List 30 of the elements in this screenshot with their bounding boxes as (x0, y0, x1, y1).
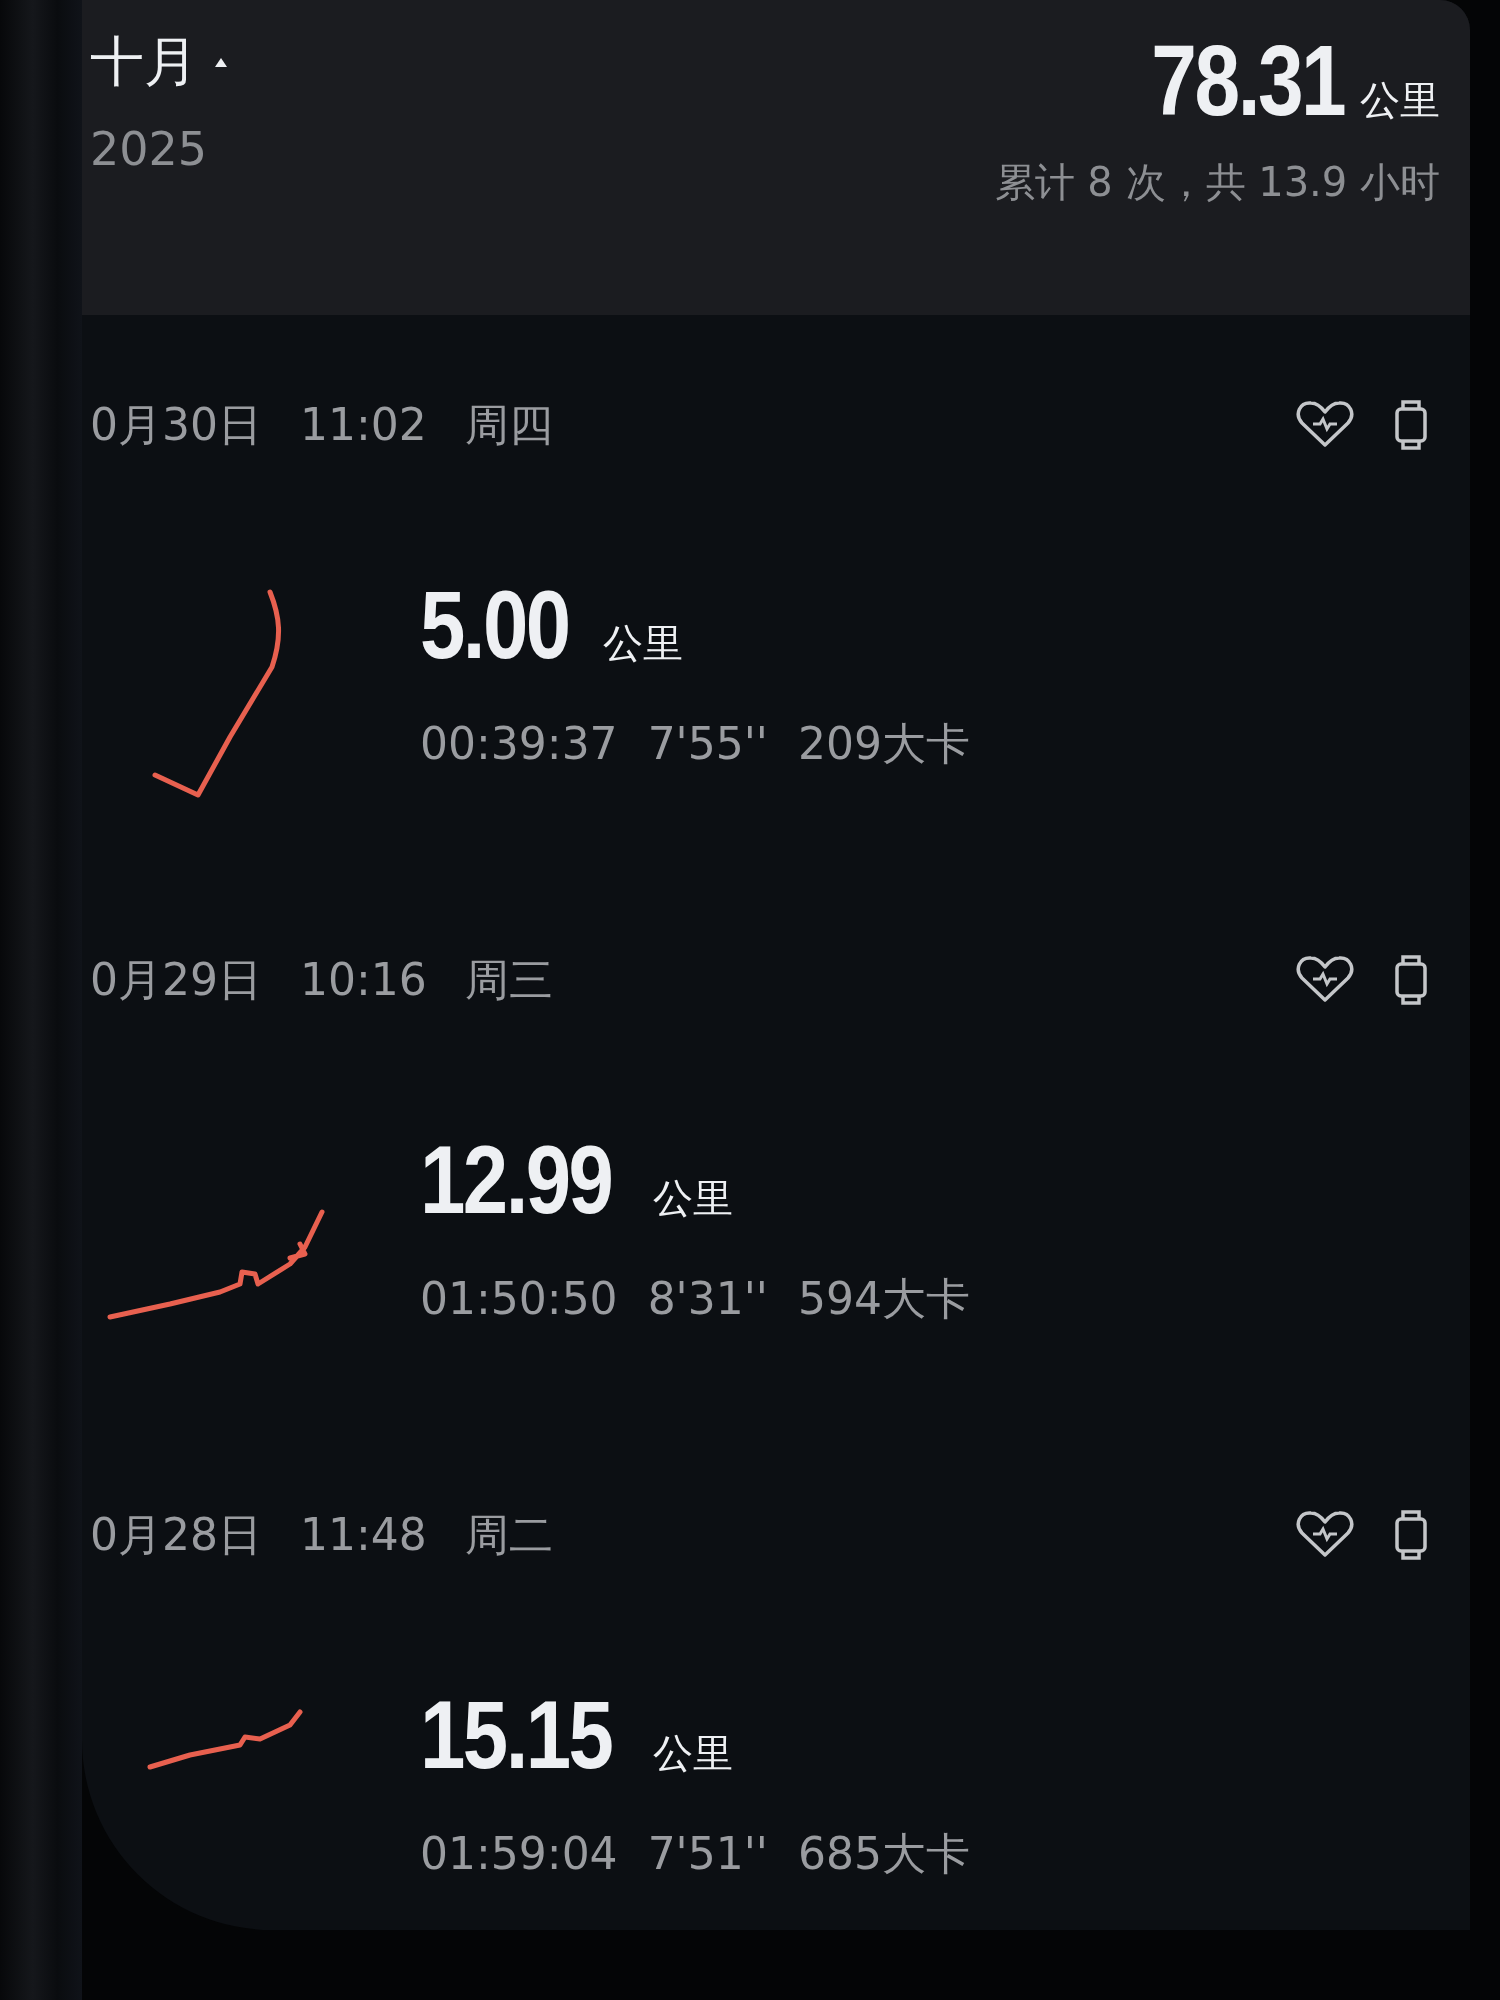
date-label: 0月28日 (90, 1508, 262, 1562)
distance-value: 5.00 (420, 577, 569, 673)
weekday-label: 周二 (464, 1508, 553, 1562)
weekday-label: 周四 (464, 398, 553, 452)
duration-label: 01:50:50 (420, 1272, 618, 1326)
time-label: 10:16 (300, 953, 427, 1007)
calories-label: 685大卡 (797, 1827, 970, 1881)
duration-label: 01:59:04 (420, 1827, 618, 1881)
total-distance: 78.31 (1151, 30, 1344, 130)
calories-label: 209大卡 (797, 717, 970, 771)
unit-label: 公里 (653, 1729, 734, 1778)
distance-value: 12.99 (420, 1132, 612, 1228)
pace-label: 8'31'' (647, 1272, 768, 1326)
year-label: 2025 (90, 120, 209, 178)
date-label: 0月30日 (90, 398, 262, 452)
month-title[interactable]: 十月 (90, 30, 198, 95)
caret-icon[interactable] (214, 56, 228, 69)
duration-label: 00:39:37 (420, 717, 618, 771)
pace-label: 7'51'' (647, 1827, 768, 1881)
weekday-label: 周三 (464, 953, 553, 1007)
summary-text: 累计 8 次，共 13.9 小时 (994, 158, 1440, 207)
pace-label: 7'55'' (647, 717, 768, 771)
time-label: 11:02 (300, 398, 427, 452)
unit-label: 公里 (602, 619, 683, 668)
calories-label: 594大卡 (797, 1272, 970, 1326)
unit-label: 公里 (653, 1174, 734, 1223)
unit-label: 公里 (1360, 76, 1440, 125)
time-label: 11:48 (300, 1508, 427, 1562)
distance-value: 15.15 (420, 1687, 612, 1783)
date-label: 0月29日 (90, 953, 262, 1007)
